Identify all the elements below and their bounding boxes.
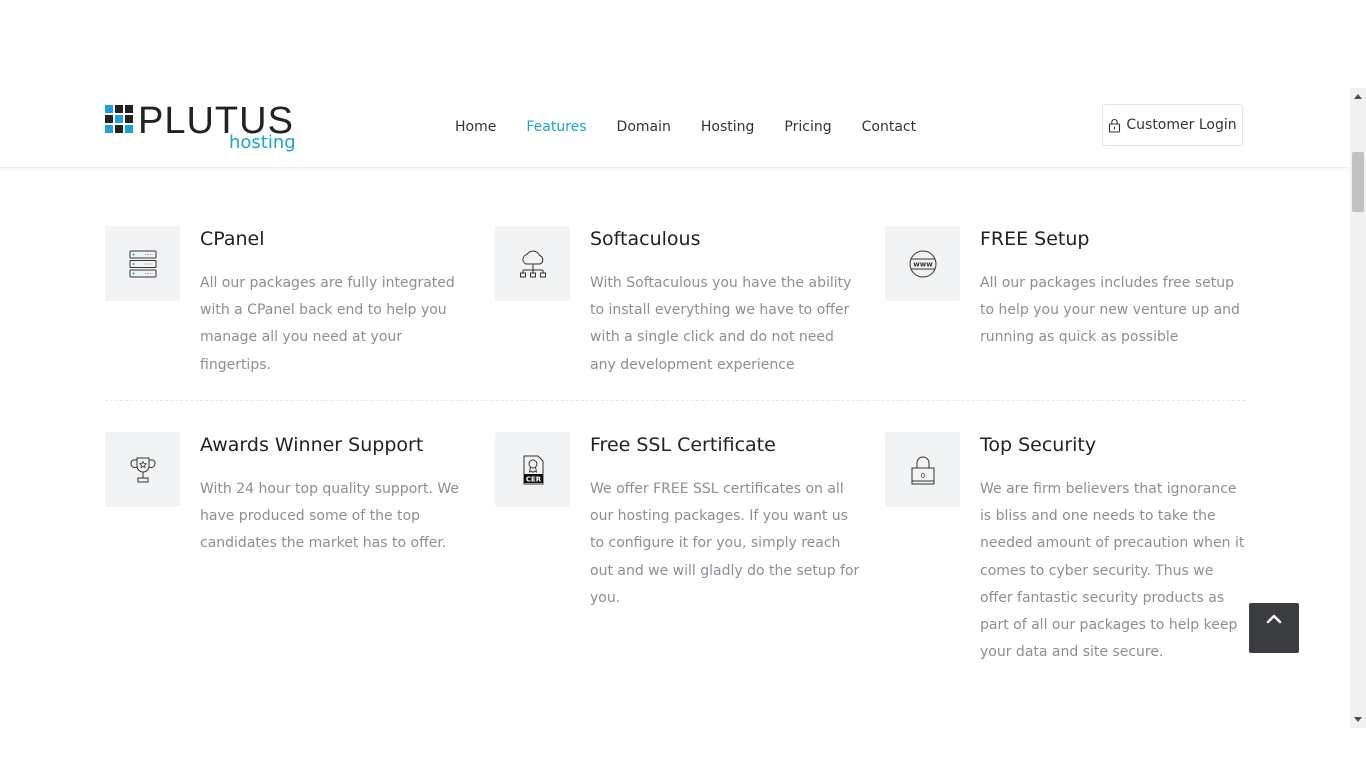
feature-title: Awards Winner Support [200, 434, 424, 456]
scroll-up-arrow-icon[interactable] [1350, 88, 1366, 104]
lock-icon [1109, 118, 1121, 133]
svg-text:www: www [913, 260, 933, 268]
www-globe-icon: www [909, 250, 936, 277]
padlock-icon: 0 [911, 456, 934, 484]
logo-tagline: hosting [229, 132, 296, 153]
feature-description: All our packages are fully integrated wi… [200, 275, 455, 373]
feature-description: With Softaculous you have the ability to… [590, 275, 852, 373]
scroll-thumb[interactable] [1352, 152, 1364, 212]
nav-contact[interactable]: Contact [847, 117, 931, 137]
certificate-icon: CER [523, 455, 543, 484]
feature-title: Free SSL Certificate [590, 434, 776, 456]
server-icon [129, 250, 156, 277]
customer-login-button[interactable]: Customer Login [1102, 104, 1243, 146]
padlock-label: 0 [920, 472, 924, 480]
customer-login-label: Customer Login [1126, 117, 1237, 133]
nav-pricing[interactable]: Pricing [769, 117, 846, 137]
feature-description: We offer FREE SSL certificates on all ou… [590, 481, 860, 606]
feature-description: All our packages includes free setup to … [980, 275, 1240, 346]
feature-row-divider [105, 400, 1245, 401]
feature-description: With 24 hour top quality support. We hav… [200, 481, 460, 552]
feature-icon-box: www [885, 226, 960, 301]
cloud-network-icon [519, 250, 546, 277]
site-header: PLUTUS hosting Home Features Domain Host… [0, 88, 1350, 168]
feature-title: FREE Setup [980, 228, 1090, 250]
main-nav: Home Features Domain Hosting Pricing Con… [440, 117, 931, 137]
scroll-down-arrow-icon[interactable] [1350, 712, 1366, 728]
nav-hosting[interactable]: Hosting [686, 117, 770, 137]
page-scrollbar[interactable] [1350, 88, 1366, 728]
feature-title: CPanel [200, 228, 265, 250]
feature-title: Softaculous [590, 228, 701, 250]
certificate-label: CER [525, 475, 541, 483]
chevron-up-icon [1266, 614, 1282, 624]
page-top-spacer [0, 0, 1350, 88]
logo-mark-icon [105, 105, 137, 137]
feature-icon-box [105, 432, 180, 507]
feature-description: We are firm believers that ignorance is … [980, 481, 1245, 661]
back-to-top-button[interactable] [1249, 603, 1299, 653]
feature-icon-box: CER [495, 432, 570, 507]
trophy-icon [130, 457, 155, 482]
feature-icon-box [495, 226, 570, 301]
nav-features[interactable]: Features [511, 117, 601, 137]
nav-domain[interactable]: Domain [602, 117, 686, 137]
nav-home[interactable]: Home [440, 117, 511, 137]
feature-title: Top Security [980, 434, 1097, 456]
site-logo[interactable]: PLUTUS hosting [105, 100, 296, 155]
feature-icon-box [105, 226, 180, 301]
feature-icon-box: 0 [885, 432, 960, 507]
